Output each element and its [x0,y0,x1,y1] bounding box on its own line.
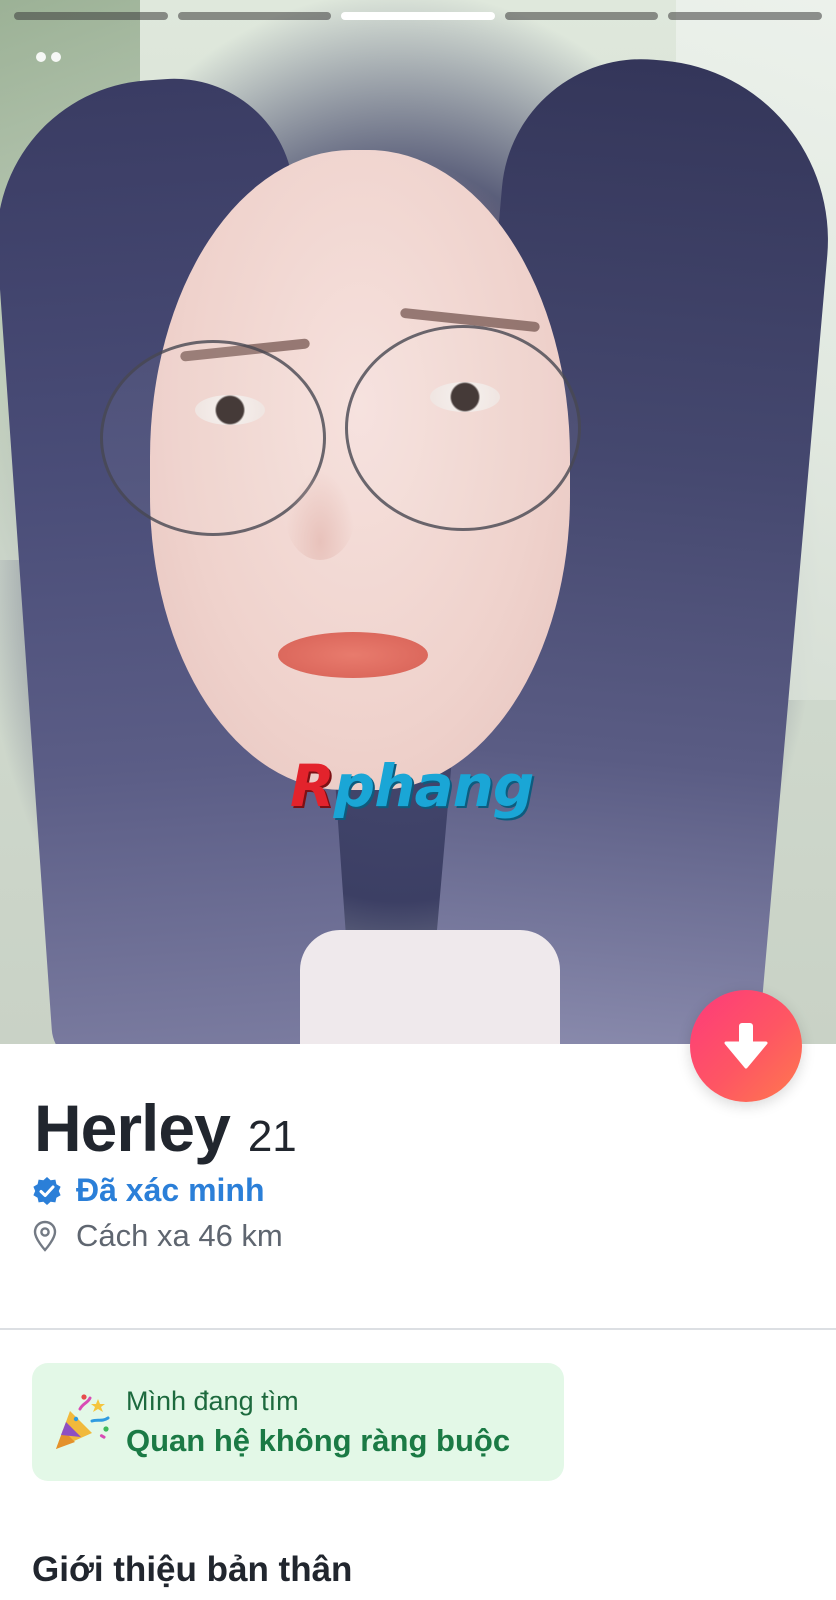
watermark-text: phang [333,752,535,820]
arrow-down-icon [724,1023,768,1069]
dots-icon [36,52,61,62]
photo-progress-bar [14,12,822,20]
looking-for-label: Mình đang tìm [126,1385,299,1416]
photo-nose [285,470,355,560]
distance-label: Cách xa 46 km [76,1218,283,1253]
location-pin-icon [33,1220,57,1252]
photo-glasses-lens-right [345,325,581,531]
profile-photo[interactable]: Rphang [0,0,836,1044]
photo-progress-segment[interactable] [177,12,332,20]
watermark-first-letter: R [290,752,335,820]
profile-age: 21 [247,1112,297,1161]
watermark-logo: Rphang [290,752,535,820]
photo-lips [278,632,428,678]
looking-for-text: Mình đang tìm Quan hệ không ràng buộc [126,1386,510,1459]
photo-shirt [300,930,560,1044]
photo-progress-segment[interactable] [668,12,822,20]
party-popper-icon [56,1394,110,1449]
about-me-title: Giới thiệu bản thân [32,1550,353,1589]
collapse-profile-button[interactable] [690,990,802,1102]
looking-for-card[interactable]: Mình đang tìm Quan hệ không ràng buộc [32,1363,564,1481]
verified-row[interactable]: Đã xác minh [32,1172,265,1209]
verified-label: Đã xác minh [76,1172,265,1208]
photo-progress-segment[interactable] [504,12,659,20]
distance-row: Cách xa 46 km [32,1218,283,1254]
profile-screen: Rphang Herley 21 Đã xác minh Cách xa 46 … [0,0,836,1600]
profile-name: Herley [34,1091,231,1165]
name-age-row: Herley 21 [34,1090,297,1166]
photo-progress-segment[interactable] [14,12,168,20]
section-divider [0,1328,836,1330]
verified-badge-icon [33,1176,61,1205]
photo-progress-segment-active[interactable] [341,12,495,20]
looking-for-value: Quan hệ không ràng buộc [126,1422,511,1458]
